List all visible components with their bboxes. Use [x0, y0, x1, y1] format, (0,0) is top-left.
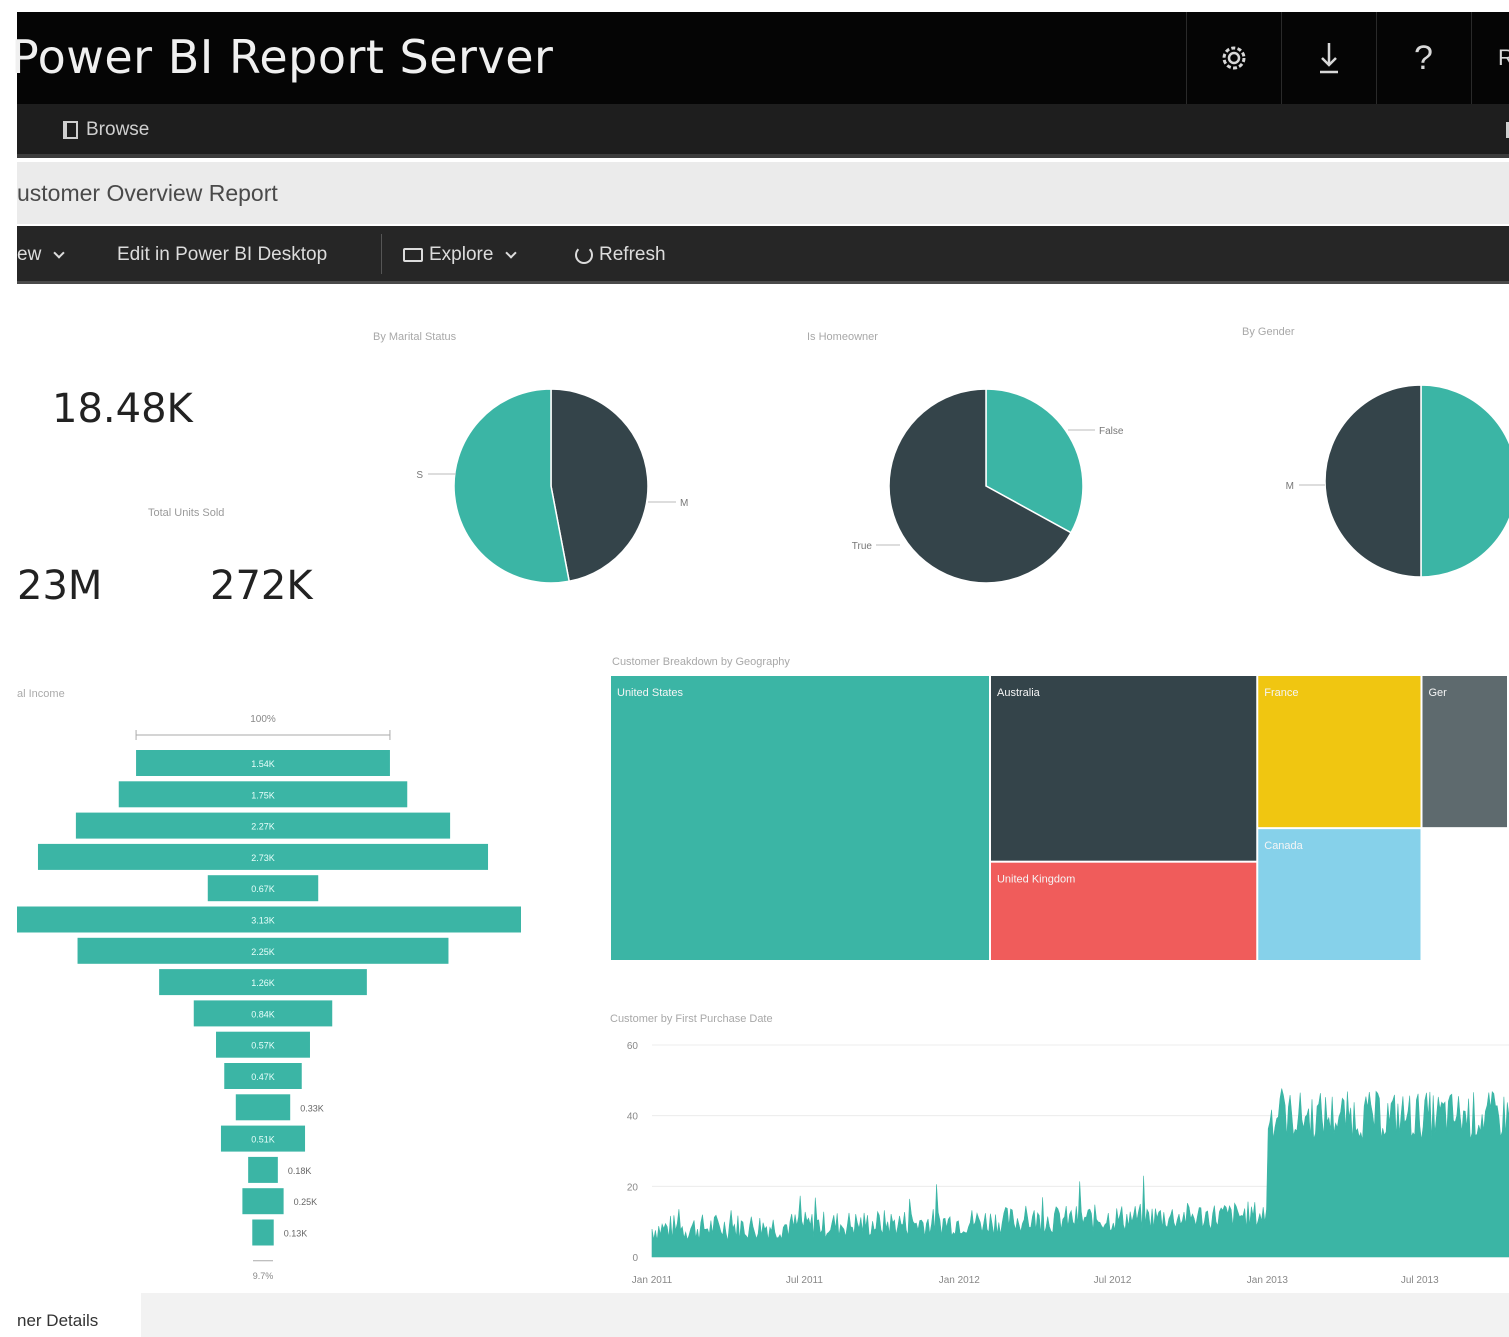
refresh-label: Refresh: [599, 244, 666, 265]
first-purchase-area-chart: Customer by First Purchase Date 0 20 40 60 Ja…: [610, 1013, 1509, 1286]
nav-bar: Browse: [17, 104, 1509, 158]
funnel-bar-label: 0.67K: [251, 884, 275, 894]
pie-label: False: [1099, 426, 1124, 437]
treemap-tile: [611, 676, 989, 960]
edit-in-desktop-button[interactable]: Edit in Power BI Desktop: [117, 244, 327, 266]
chevron-down-icon: [505, 246, 518, 259]
pie-chart-marital-status: By Marital Status S M: [373, 331, 688, 584]
toolbar-divider: [381, 234, 382, 274]
y-tick-label: 20: [627, 1182, 639, 1193]
explore-label: Explore: [429, 244, 494, 265]
funnel-top-label: 100%: [250, 714, 276, 725]
gear-icon: [1222, 46, 1245, 70]
tab-label: ner Details: [17, 1311, 99, 1330]
view-label: ew: [17, 244, 42, 265]
x-tick-label: Jul 2011: [786, 1275, 824, 1286]
x-tick-label: Jan 2012: [939, 1275, 981, 1286]
pie-slice: [1420, 384, 1509, 578]
pie-title: By Gender: [1242, 326, 1295, 338]
funnel-title: al Income: [17, 688, 65, 700]
app-title: Power BI Report Server: [11, 30, 554, 84]
funnel-bar-label: 3.13K: [251, 916, 275, 926]
funnel-bar: [235, 1094, 291, 1121]
funnel-bar-label: 1.26K: [251, 978, 275, 988]
geography-treemap: Customer Breakdown by Geography United St…: [611, 656, 1507, 960]
view-menu-button[interactable]: ew: [17, 244, 65, 266]
pie-label: S: [416, 470, 423, 481]
area-series: [651, 1088, 1509, 1258]
report-title-bar: ustomer Overview Report: [17, 162, 1509, 224]
download-icon: [1319, 43, 1338, 74]
funnel-bar: [252, 1219, 274, 1246]
funnel-bar-label: 0.13K: [284, 1229, 308, 1239]
area-title: Customer by First Purchase Date: [610, 1013, 773, 1025]
pie-title: By Marital Status: [373, 331, 457, 343]
treemap-tile-label: France: [1264, 687, 1298, 699]
treemap-tile-label: United States: [617, 687, 684, 699]
pie-label: M: [680, 498, 688, 509]
book-icon: [63, 121, 78, 139]
treemap-tile-label: Australia: [997, 687, 1041, 699]
pie-label: True: [852, 541, 873, 552]
settings-button[interactable]: [1186, 12, 1280, 104]
edit-label: Edit in Power BI Desktop: [117, 244, 328, 265]
pie-slice: [550, 388, 649, 583]
refresh-button[interactable]: Refresh: [575, 244, 666, 266]
funnel-bar-label: 0.57K: [251, 1041, 275, 1051]
user-button[interactable]: R: [1471, 12, 1509, 104]
funnel-bar-label: 0.84K: [251, 1009, 275, 1019]
funnel-bar-label: 2.25K: [251, 947, 275, 957]
funnel-bar-label: 0.18K: [288, 1166, 312, 1176]
explore-menu-button[interactable]: Explore: [403, 244, 518, 266]
funnel-bar-label: 0.33K: [300, 1103, 324, 1113]
funnel-bar-label: 1.54K: [251, 759, 275, 769]
pie-label: M: [1286, 481, 1294, 492]
funnel-bar-label: 2.27K: [251, 822, 275, 832]
funnel-bar-label: 1.75K: [251, 790, 275, 800]
treemap-tile-label: United Kingdom: [997, 874, 1075, 886]
funnel-bar-label: 2.73K: [251, 853, 275, 863]
browse-label: Browse: [86, 119, 150, 140]
chevron-down-icon: [53, 246, 65, 259]
funnel-bar-label: 0.25K: [294, 1197, 318, 1207]
user-initial: R: [1498, 45, 1509, 70]
page-tab-bar: ner Details: [17, 1293, 1509, 1337]
kpi-units-value: 272K: [210, 563, 313, 609]
funnel-bar-label: 0.51K: [251, 1135, 275, 1145]
download-button[interactable]: [1281, 12, 1375, 104]
treemap-tile-label: Canada: [1264, 840, 1303, 852]
funnel-bottom-label: 9.7%: [253, 1271, 274, 1281]
pie-title: Is Homeowner: [807, 331, 878, 343]
kpi-revenue-value: 23M: [17, 563, 103, 609]
pie-chart-gender: By Gender M: [1242, 326, 1509, 578]
treemap-title: Customer Breakdown by Geography: [612, 656, 790, 668]
income-funnel-chart: al Income 100% 1.54K 1.75K 2.27K 2.73K 0.67K 3.…: [17, 688, 521, 1281]
top-bar: Power BI Report Server ? R: [11, 12, 1509, 104]
y-tick-label: 60: [627, 1041, 639, 1052]
pie-chart-homeowner: Is Homeowner False True: [807, 331, 1124, 584]
funnel-bar: [242, 1188, 284, 1215]
report-title: ustomer Overview Report: [17, 180, 278, 206]
help-icon: ?: [1414, 38, 1433, 77]
pie-slice: [1324, 384, 1422, 578]
x-tick-label: Jan 2011: [632, 1275, 673, 1286]
comment-icon: [403, 248, 423, 262]
kpi-units-caption: Total Units Sold: [148, 507, 225, 519]
funnel-bar-label: 0.47K: [251, 1072, 275, 1082]
x-tick-label: Jan 2013: [1247, 1275, 1289, 1286]
browse-link[interactable]: Browse: [63, 119, 149, 141]
x-tick-label: Jul 2012: [1094, 1275, 1132, 1286]
treemap-tile-label: Ger: [1429, 687, 1448, 699]
refresh-icon: [575, 246, 593, 264]
report-toolbar: ew Edit in Power BI Desktop Explore Refr…: [17, 226, 1509, 284]
kpi-customers-value: 18.48K: [52, 386, 193, 432]
y-tick-label: 40: [627, 1112, 639, 1123]
y-tick-label: 0: [632, 1253, 638, 1264]
tab-customer-details[interactable]: ner Details: [17, 1293, 141, 1337]
treemap-tile: [990, 676, 1257, 861]
help-button[interactable]: ?: [1376, 12, 1470, 104]
funnel-bar: [248, 1156, 278, 1183]
x-tick-label: Jul 2013: [1401, 1275, 1439, 1286]
